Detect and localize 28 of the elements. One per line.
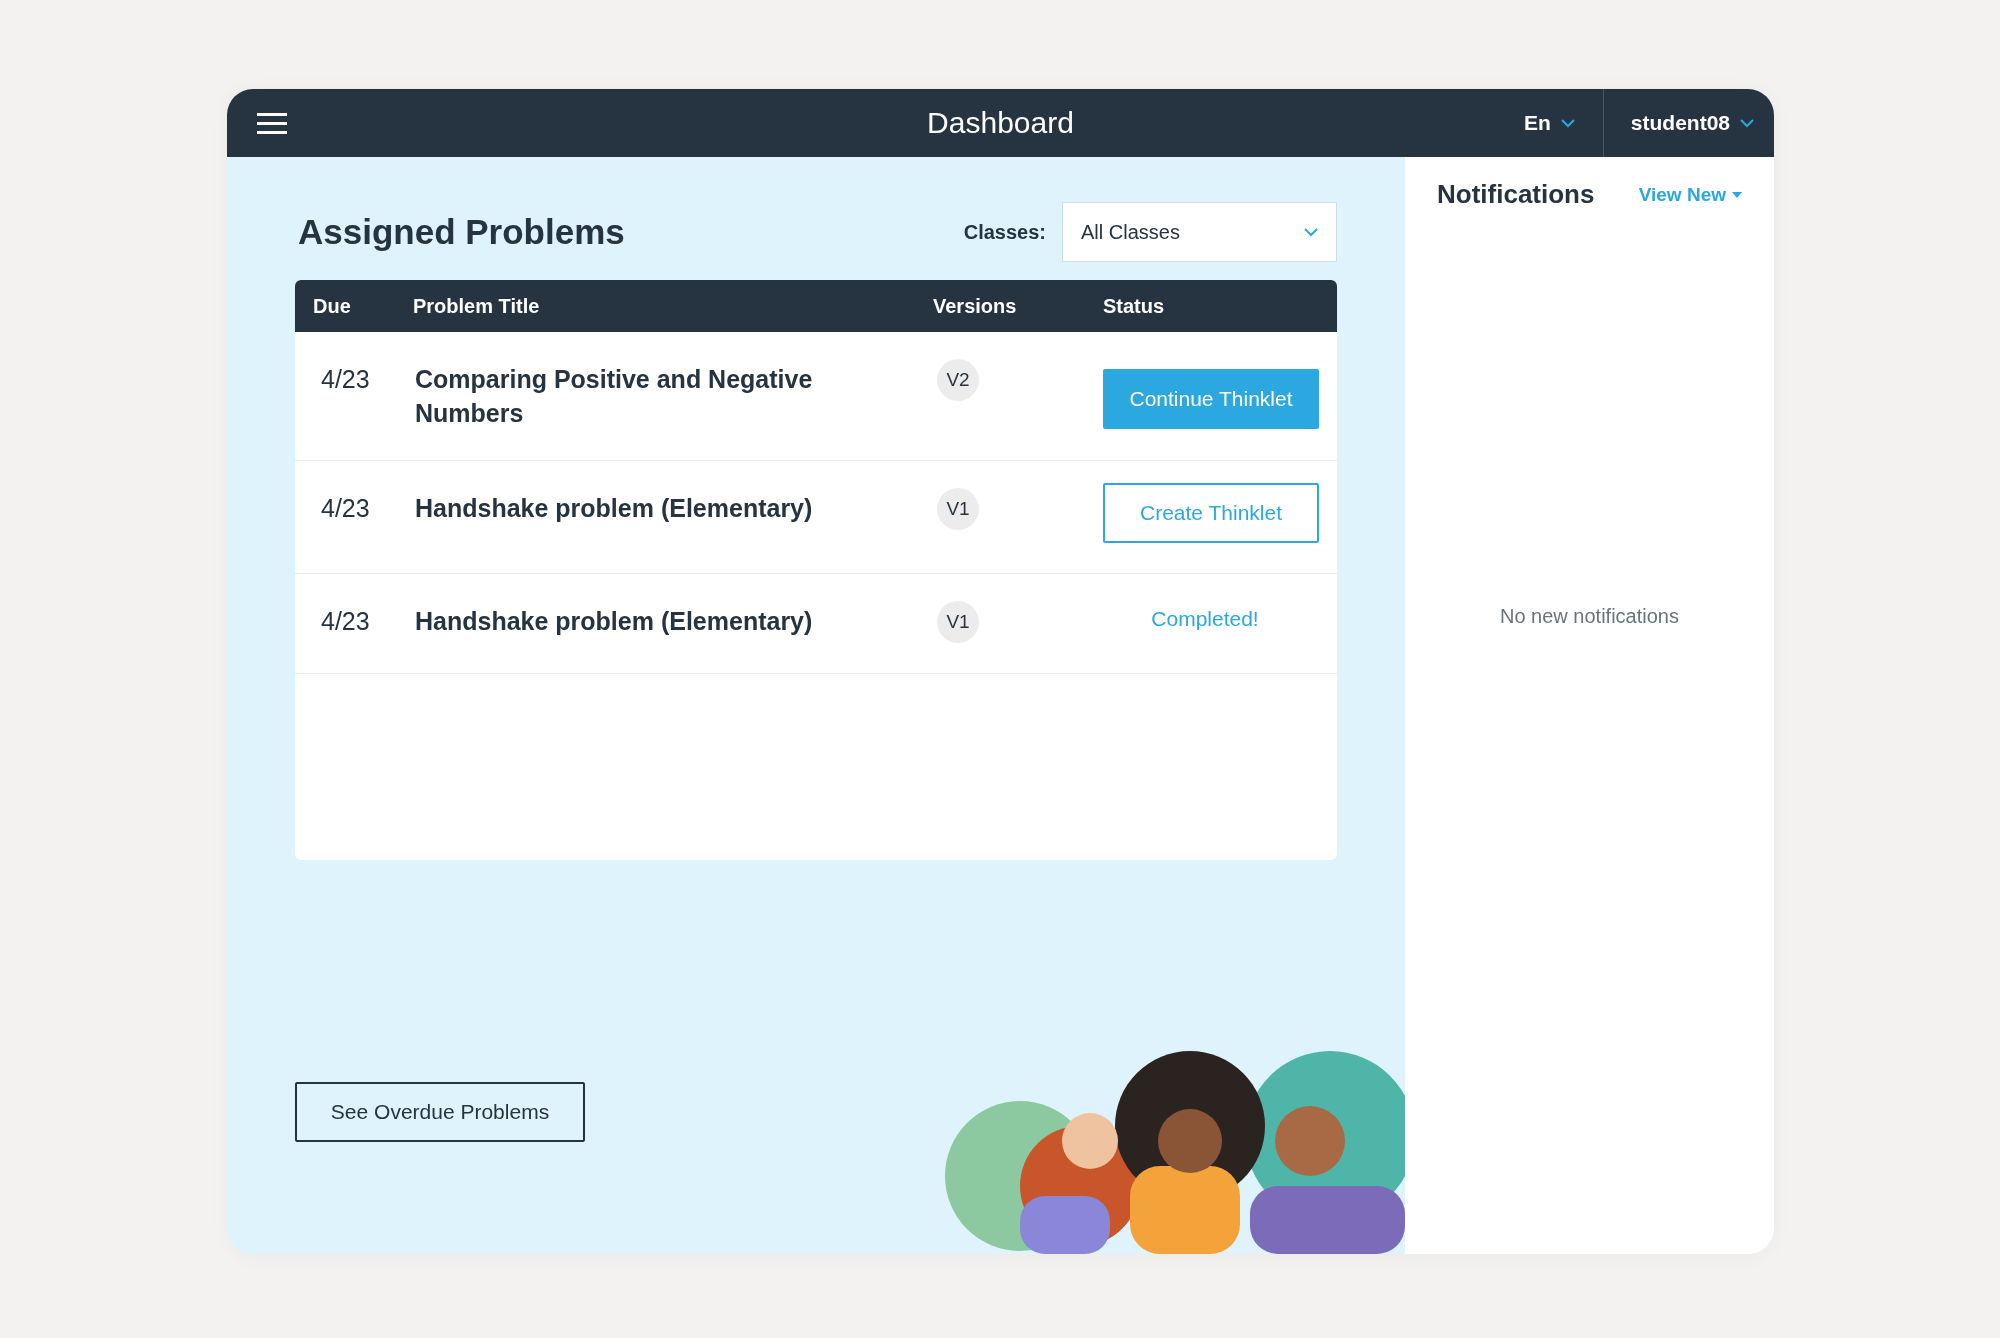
overdue-button[interactable]: See Overdue Problems — [295, 1082, 585, 1142]
notifications-title: Notifications — [1437, 179, 1595, 210]
column-header: Due — [312, 294, 352, 318]
problem-title[interactable]: Handshake problem (Elementary) — [413, 491, 933, 525]
classes-label: Classes: — [963, 220, 1046, 244]
empty-message: No new notifications — [1499, 605, 1680, 628]
column-header: Status — [1103, 294, 1166, 318]
problem-title[interactable]: Handshake problem (Elementary) — [413, 604, 933, 638]
chevron-down-icon — [1740, 118, 1754, 128]
caret-icon — [1732, 191, 1742, 198]
chevron-down-icon — [1560, 118, 1575, 128]
user-dropdown[interactable]: student08 — [1602, 89, 1774, 157]
completed-status: Completed! — [1151, 606, 1259, 631]
column-header: Problem Title — [413, 294, 541, 318]
due-date: 4/23 — [320, 364, 371, 394]
chevron-down-icon — [1304, 227, 1318, 237]
column-header: Versions — [933, 294, 1018, 318]
problem-title[interactable]: Comparing Positive and Negative Numbers — [413, 362, 933, 430]
section-title: Assigned Problems — [298, 212, 626, 252]
language-dropdown[interactable]: En — [1495, 89, 1603, 157]
classes-dropdown[interactable]: All Classes — [1062, 202, 1337, 262]
version-badge: V1 — [937, 488, 979, 530]
version-badge: V1 — [937, 601, 979, 643]
page-title: Dashboard — [927, 106, 1074, 140]
due-date: 4/23 — [320, 493, 371, 523]
due-date: 4/23 — [320, 606, 371, 636]
menu-icon[interactable] — [257, 111, 287, 135]
version-badge: V2 — [937, 359, 979, 401]
